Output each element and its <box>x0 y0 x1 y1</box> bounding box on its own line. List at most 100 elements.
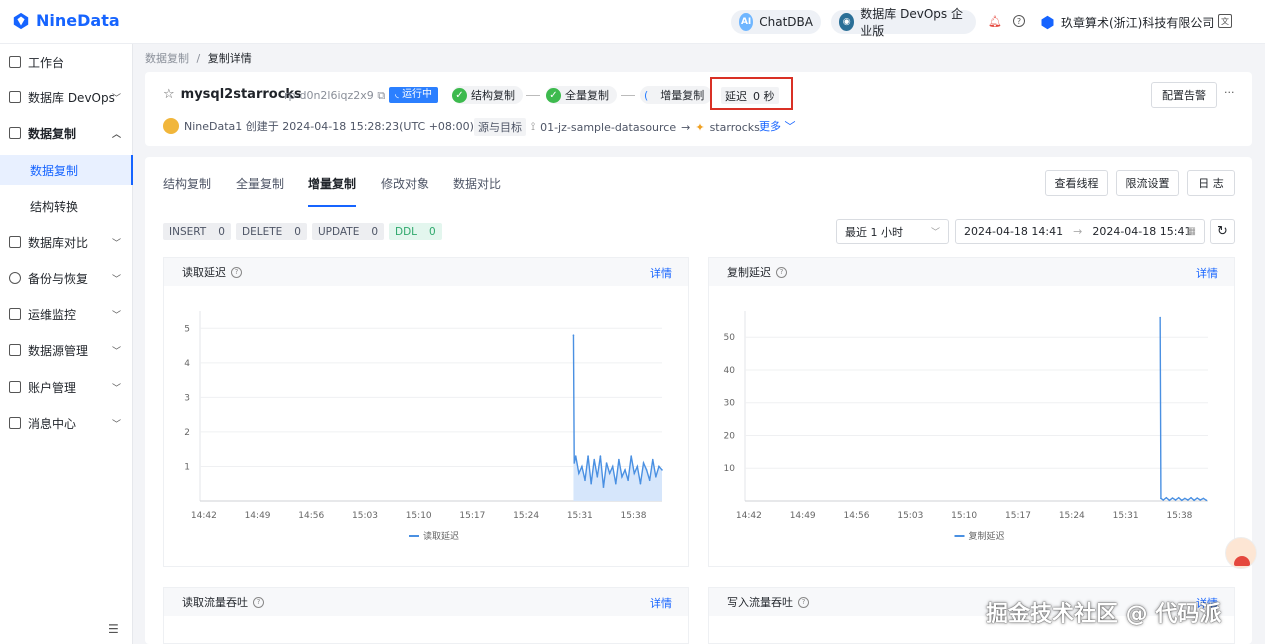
star-icon[interactable]: ☆ <box>163 87 175 102</box>
log-button[interactable]: 日 志 <box>1187 170 1235 196</box>
time-preset-value: 最近 1 小时 <box>845 225 903 239</box>
sidebar-item-label: 备份与恢复 <box>28 271 89 286</box>
collapse-sidebar-icon[interactable]: ☰ <box>108 622 119 636</box>
target-name[interactable]: starrocks <box>710 121 760 134</box>
chatdba-button[interactable]: AI ChatDBA <box>731 10 821 34</box>
ai-icon: AI <box>739 13 754 31</box>
step-full[interactable]: ✓ 全量复制 <box>546 86 617 104</box>
config-alert-button[interactable]: 配置告警 <box>1151 82 1217 108</box>
data-point <box>587 455 589 457</box>
arrow-right-icon: → <box>1073 225 1083 238</box>
x-tick-label: 14:56 <box>298 511 324 521</box>
data-point <box>1196 497 1198 499</box>
language-icon[interactable]: 文 <box>1218 14 1232 28</box>
sidebar-subitem-replication[interactable]: 数据复制 <box>0 155 133 185</box>
breadcrumb-parent[interactable]: 数据复制 <box>145 52 189 65</box>
org-switch[interactable]: 玖章算术(浙江)科技有限公司 <box>1040 14 1214 31</box>
panel-header: 读取流量吞吐 ? 详情 <box>164 588 688 616</box>
copy-icon[interactable]: ⧉ <box>377 89 385 102</box>
y-tick-label: 50 <box>724 333 736 343</box>
creator-info: NineData1 创建于 2024-04-18 15:28:23(UTC +0… <box>184 120 474 133</box>
step-schema[interactable]: ✓ 结构复制 <box>452 86 523 104</box>
data-point <box>1199 499 1202 501</box>
x-tick-label: 14:42 <box>736 511 762 521</box>
calendar-icon: ▦ <box>1186 226 1196 237</box>
x-tick-label: 15:10 <box>406 511 432 521</box>
task-id-text: rp-d0n2l6iqz2x9 <box>284 89 374 102</box>
detail-link[interactable]: 详情 <box>1196 265 1218 281</box>
data-point <box>581 465 583 468</box>
sidebar-item-account[interactable]: 账户管理 ﹀ <box>0 369 133 405</box>
data-point <box>648 479 651 482</box>
chevron-down-icon: ﹀ <box>930 228 940 238</box>
data-point <box>584 479 586 482</box>
view-threads-button[interactable]: 查看线程 <box>1045 170 1108 196</box>
tab-incremental[interactable]: 增量复制 <box>308 175 356 192</box>
stat-ddl: DDL 0 <box>389 223 442 240</box>
range-start[interactable]: 2024-04-18 14:41 <box>964 225 1063 238</box>
data-point <box>1171 497 1174 499</box>
sidebar-item-compare[interactable]: 数据库对比 ﹀ <box>0 224 133 260</box>
edition-switch[interactable]: ◉ 数据库 DevOps 企业版 <box>831 7 976 38</box>
refresh-icon: ↻ <box>1217 224 1228 239</box>
tab-modify-objects[interactable]: 修改对象 <box>381 175 429 192</box>
step-connector <box>526 95 540 96</box>
tab-full[interactable]: 全量复制 <box>236 175 284 192</box>
data-point <box>1205 499 1208 502</box>
data-point <box>1177 496 1180 499</box>
sidebar-item-replication[interactable]: 数据复制 ︿ <box>0 115 133 151</box>
chevron-down-icon: ﹀ <box>111 383 121 394</box>
data-point <box>1162 499 1165 501</box>
sidebar-item-devops[interactable]: 数据库 DevOps ﹀ <box>0 79 133 115</box>
sidebar-item-label: 数据复制 <box>28 126 77 141</box>
brand-logo[interactable]: NineData <box>12 11 120 30</box>
x-tick-label: 14:49 <box>790 511 816 521</box>
y-tick-label: 30 <box>724 399 736 409</box>
throttle-settings-button[interactable]: 限流设置 <box>1116 170 1179 196</box>
sidebar-item-messages[interactable]: 消息中心 ﹀ <box>0 405 133 441</box>
sidebar-subitem-label: 结构转换 <box>30 199 79 214</box>
top-bar: NineData AI ChatDBA ◉ 数据库 DevOps 企业版 🔔︎ … <box>0 0 1265 44</box>
sidebar-subitem-schema-convert[interactable]: 结构转换 <box>0 191 133 221</box>
task-title: ☆ mysql2starrocks <box>163 87 302 102</box>
more-actions-icon[interactable]: ··· <box>1224 86 1235 99</box>
bell-icon[interactable]: 🔔︎ <box>988 14 1002 28</box>
sidebar-item-backup[interactable]: 备份与恢复 ﹀ <box>0 260 133 296</box>
range-end[interactable]: 2024-04-18 15:41 <box>1092 225 1191 238</box>
tab-data-compare[interactable]: 数据对比 <box>453 175 501 192</box>
panel-header: 读取延迟 ? 详情 <box>164 258 688 286</box>
help-icon[interactable]: ? <box>798 596 809 608</box>
detail-link[interactable]: 详情 <box>650 265 672 281</box>
alarm-icon <box>9 308 21 320</box>
help-icon[interactable]: ? <box>253 596 264 608</box>
stat-label: UPDATE <box>318 225 360 238</box>
tab-schema[interactable]: 结构复制 <box>163 175 211 192</box>
data-point <box>1184 497 1186 500</box>
sidebar-item-monitor[interactable]: 运维监控 ﹀ <box>0 296 133 332</box>
source-name[interactable]: 01-jz-sample-datasource <box>540 121 676 134</box>
stat-value: 0 <box>371 225 379 238</box>
step-incremental[interactable]: (增量复制 <box>640 86 713 104</box>
chevron-down-icon: ﹀ <box>784 120 796 133</box>
sidebar-item-workbench[interactable]: 工作台 <box>0 44 133 80</box>
more-link[interactable]: 更多 ﹀ <box>759 118 796 134</box>
help-icon[interactable]: ? <box>1013 15 1025 27</box>
sidebar-item-datasource[interactable]: 数据源管理 ﹀ <box>0 332 133 368</box>
assistant-avatar[interactable] <box>1225 537 1257 569</box>
panel-title: 复制延迟 <box>727 266 771 279</box>
x-tick-label: 14:42 <box>191 511 217 521</box>
home-icon <box>9 56 21 68</box>
stat-label: DDL <box>395 225 418 238</box>
check-icon: ✓ <box>452 87 467 103</box>
mysql-icon: ⟟ <box>531 120 536 133</box>
time-range-picker[interactable]: 2024-04-18 14:41 → 2024-04-18 15:41 ▦ <box>955 219 1205 244</box>
refresh-button[interactable]: ↻ <box>1210 219 1235 244</box>
legend-label: 复制延迟 <box>969 530 1005 542</box>
help-icon[interactable]: ? <box>231 266 242 278</box>
data-point <box>630 455 632 457</box>
help-icon[interactable]: ? <box>776 266 787 278</box>
breadcrumb: 数据复制 / 复制详情 <box>145 50 252 66</box>
data-point <box>642 462 645 464</box>
detail-link[interactable]: 详情 <box>650 595 672 611</box>
time-preset-select[interactable]: 最近 1 小时 ﹀ <box>836 219 949 244</box>
